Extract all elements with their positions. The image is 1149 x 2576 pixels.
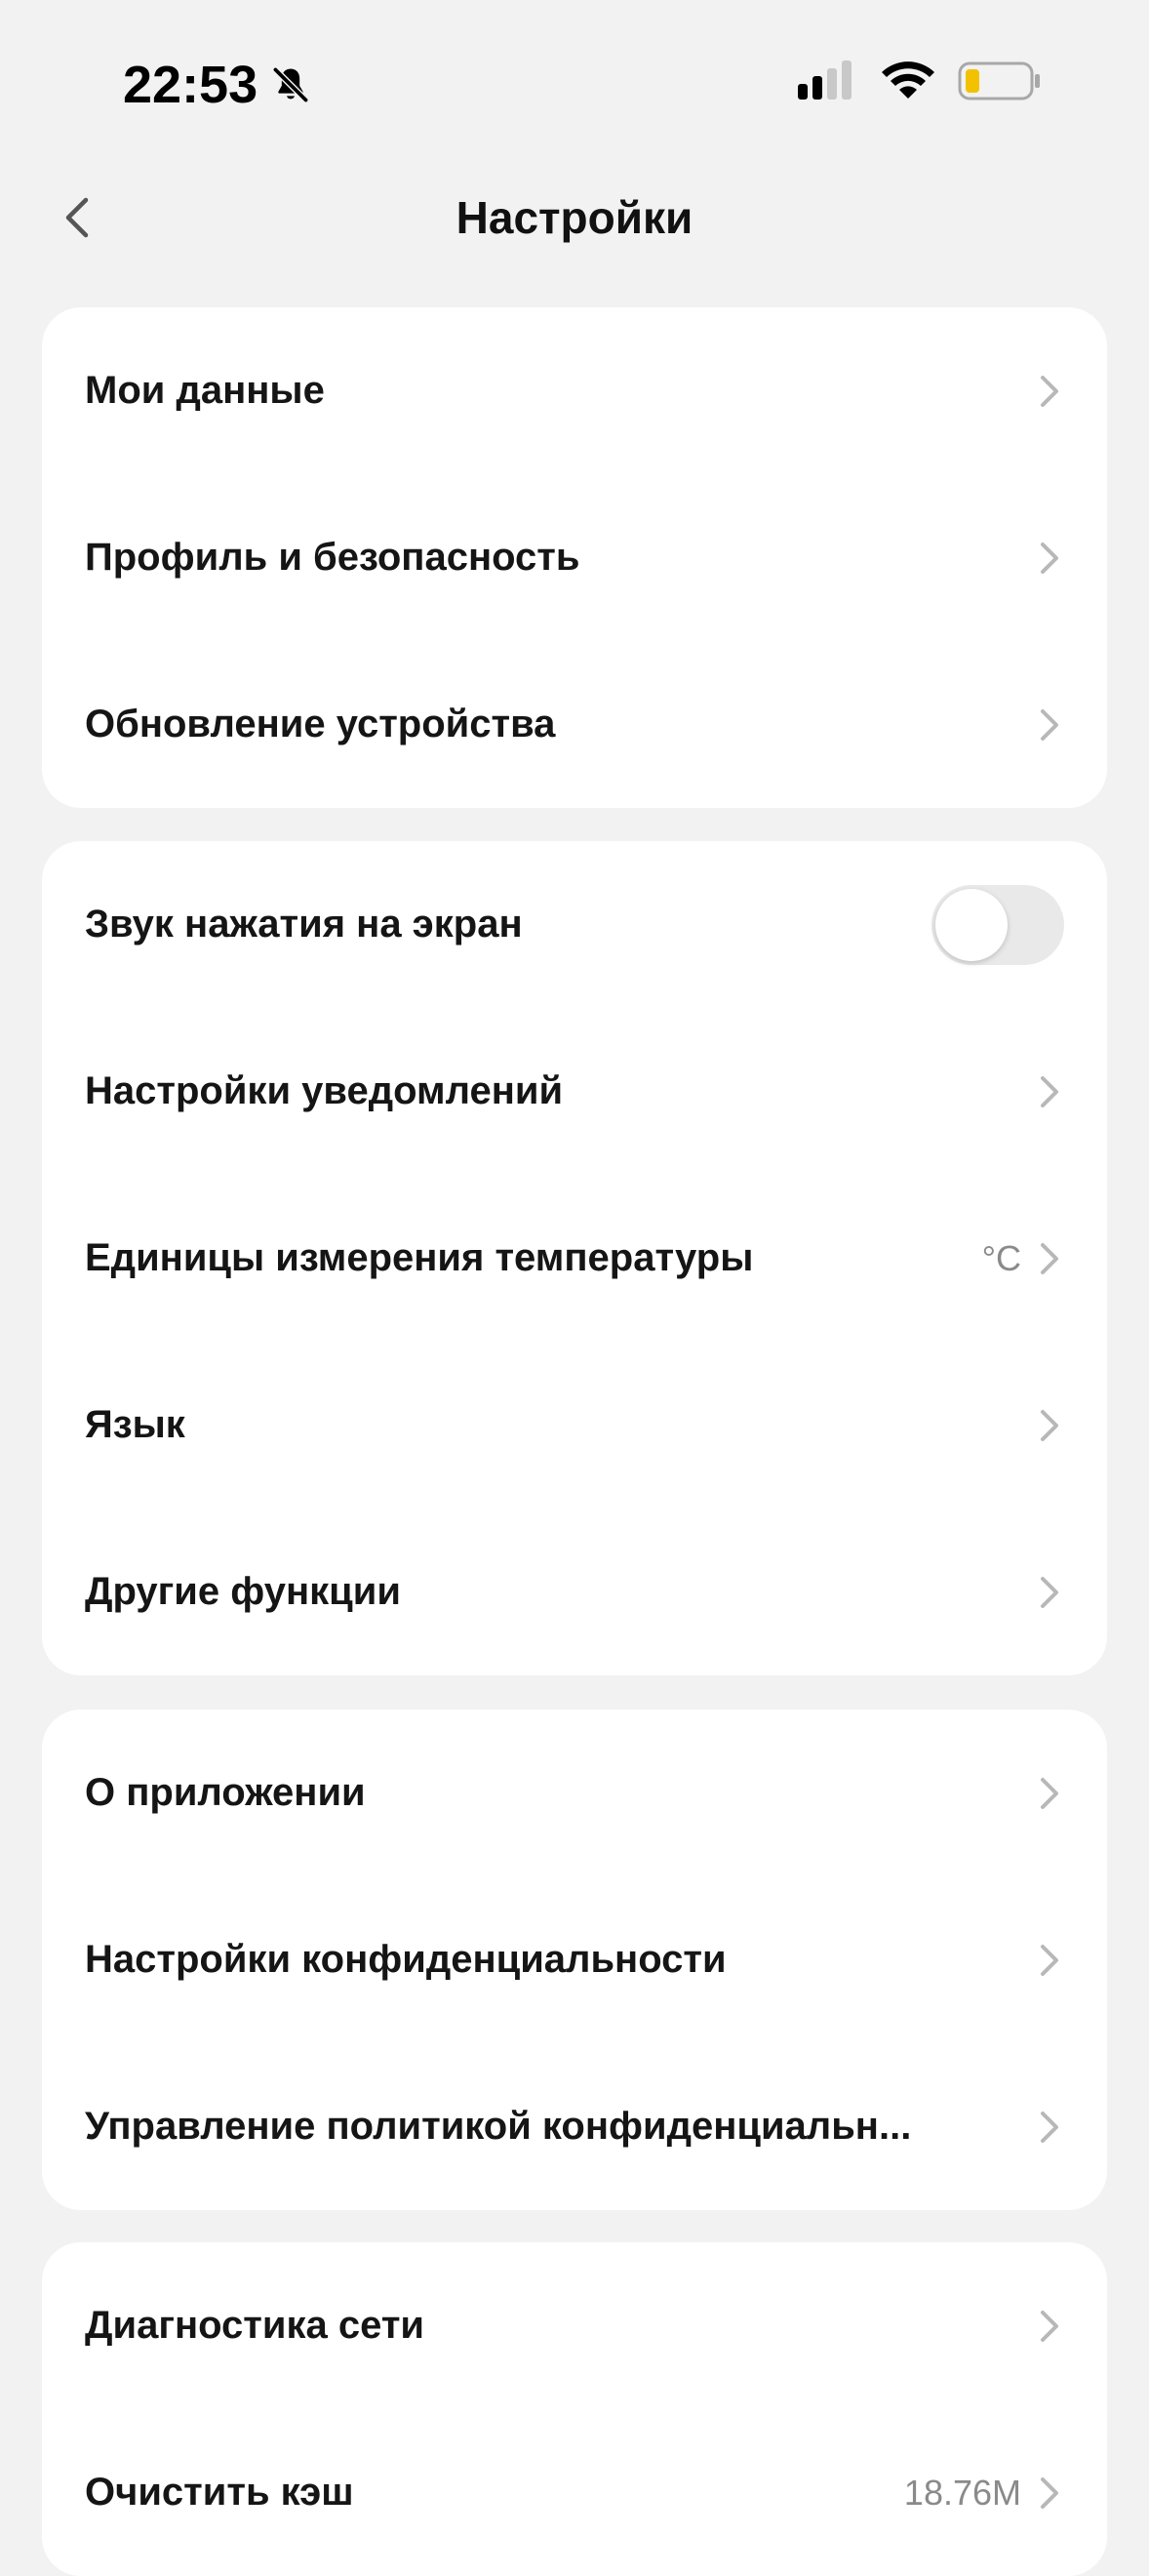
chevron-right-icon (1041, 1242, 1058, 1274)
settings-item-privacy-policy-management[interactable]: Управление политикой конфиденциальн... (42, 2043, 1107, 2210)
chevron-right-icon (1041, 542, 1058, 574)
settings-item-label: Язык (85, 1403, 185, 1446)
bell-off-icon (272, 66, 310, 103)
settings-item-label: Профиль и безопасность (85, 536, 580, 579)
status-time-group: 22:53 (123, 55, 312, 115)
status-time: 22:53 (123, 56, 258, 114)
settings-item-language[interactable]: Язык (42, 1342, 1107, 1509)
settings-item-label: Управление политикой конфиденциальн... (85, 2105, 912, 2148)
settings-group-maintenance: Диагностика сети Очистить кэш 18.76M (42, 2242, 1107, 2576)
chevron-right-icon (1041, 375, 1058, 407)
settings-item-label: Мои данные (85, 369, 325, 412)
settings-item-label: Единицы измерения температуры (85, 1236, 754, 1279)
page-title: Настройки (456, 192, 693, 243)
settings-item-label: Настройки уведомлений (85, 1069, 564, 1112)
temperature-unit-value: °C (981, 1237, 1021, 1278)
cellular-signal-icon (798, 60, 852, 100)
chevron-right-icon (1041, 1075, 1058, 1107)
settings-item-privacy-settings[interactable]: Настройки конфиденциальности (42, 1876, 1107, 2043)
touch-sound-toggle[interactable] (931, 884, 1064, 965)
settings-item-label: Настройки конфиденциальности (85, 1938, 727, 1981)
chevron-right-icon (1041, 1409, 1058, 1441)
settings-item-notifications[interactable]: Настройки уведомлений (42, 1008, 1107, 1175)
settings-item-label: Диагностика сети (85, 2304, 425, 2347)
settings-item-clear-cache[interactable]: Очистить кэш 18.76M (42, 2409, 1107, 2576)
status-icons (796, 59, 1042, 103)
settings-item-device-update[interactable]: Обновление устройства (42, 641, 1107, 808)
settings-item-about-app[interactable]: О приложении (42, 1710, 1107, 1876)
settings-item-other-functions[interactable]: Другие функции (42, 1509, 1107, 1675)
settings-group-about: О приложении Настройки конфиденциальност… (42, 1710, 1107, 2210)
chevron-right-icon (1041, 708, 1058, 741)
settings-item-my-data[interactable]: Мои данные (42, 307, 1107, 474)
settings-item-label: Очистить кэш (85, 2471, 354, 2514)
settings-item-touch-sound: Звук нажатия на экран (42, 841, 1107, 1008)
chevron-right-icon (1041, 2476, 1058, 2509)
settings-item-label: Обновление устройства (85, 703, 556, 745)
chevron-right-icon (1041, 2111, 1058, 2143)
cache-size-value: 18.76M (903, 2472, 1021, 2513)
settings-item-profile-security[interactable]: Профиль и безопасность (42, 474, 1107, 641)
settings-item-label: Другие функции (85, 1570, 401, 1613)
battery-low-icon (958, 61, 1040, 101)
chevron-right-icon (1041, 1576, 1058, 1608)
settings-item-network-diagnostics[interactable]: Диагностика сети (42, 2242, 1107, 2409)
settings-item-temperature-units[interactable]: Единицы измерения температуры °C (42, 1175, 1107, 1342)
settings-group-general: Звук нажатия на экран Настройки уведомле… (42, 841, 1107, 1675)
toggle-knob (935, 888, 1008, 961)
chevron-right-icon (1041, 1777, 1058, 1809)
settings-group-account: Мои данные Профиль и безопасность Обновл… (42, 307, 1107, 808)
chevron-right-icon (1041, 2310, 1058, 2342)
chevron-right-icon (1041, 1944, 1058, 1976)
settings-item-label: О приложении (85, 1771, 366, 1814)
wifi-icon (882, 61, 934, 99)
nav-header: Настройки (0, 166, 1149, 273)
settings-item-label: Звук нажатия на экран (85, 903, 523, 946)
status-bar: 22:53 (0, 0, 1149, 166)
